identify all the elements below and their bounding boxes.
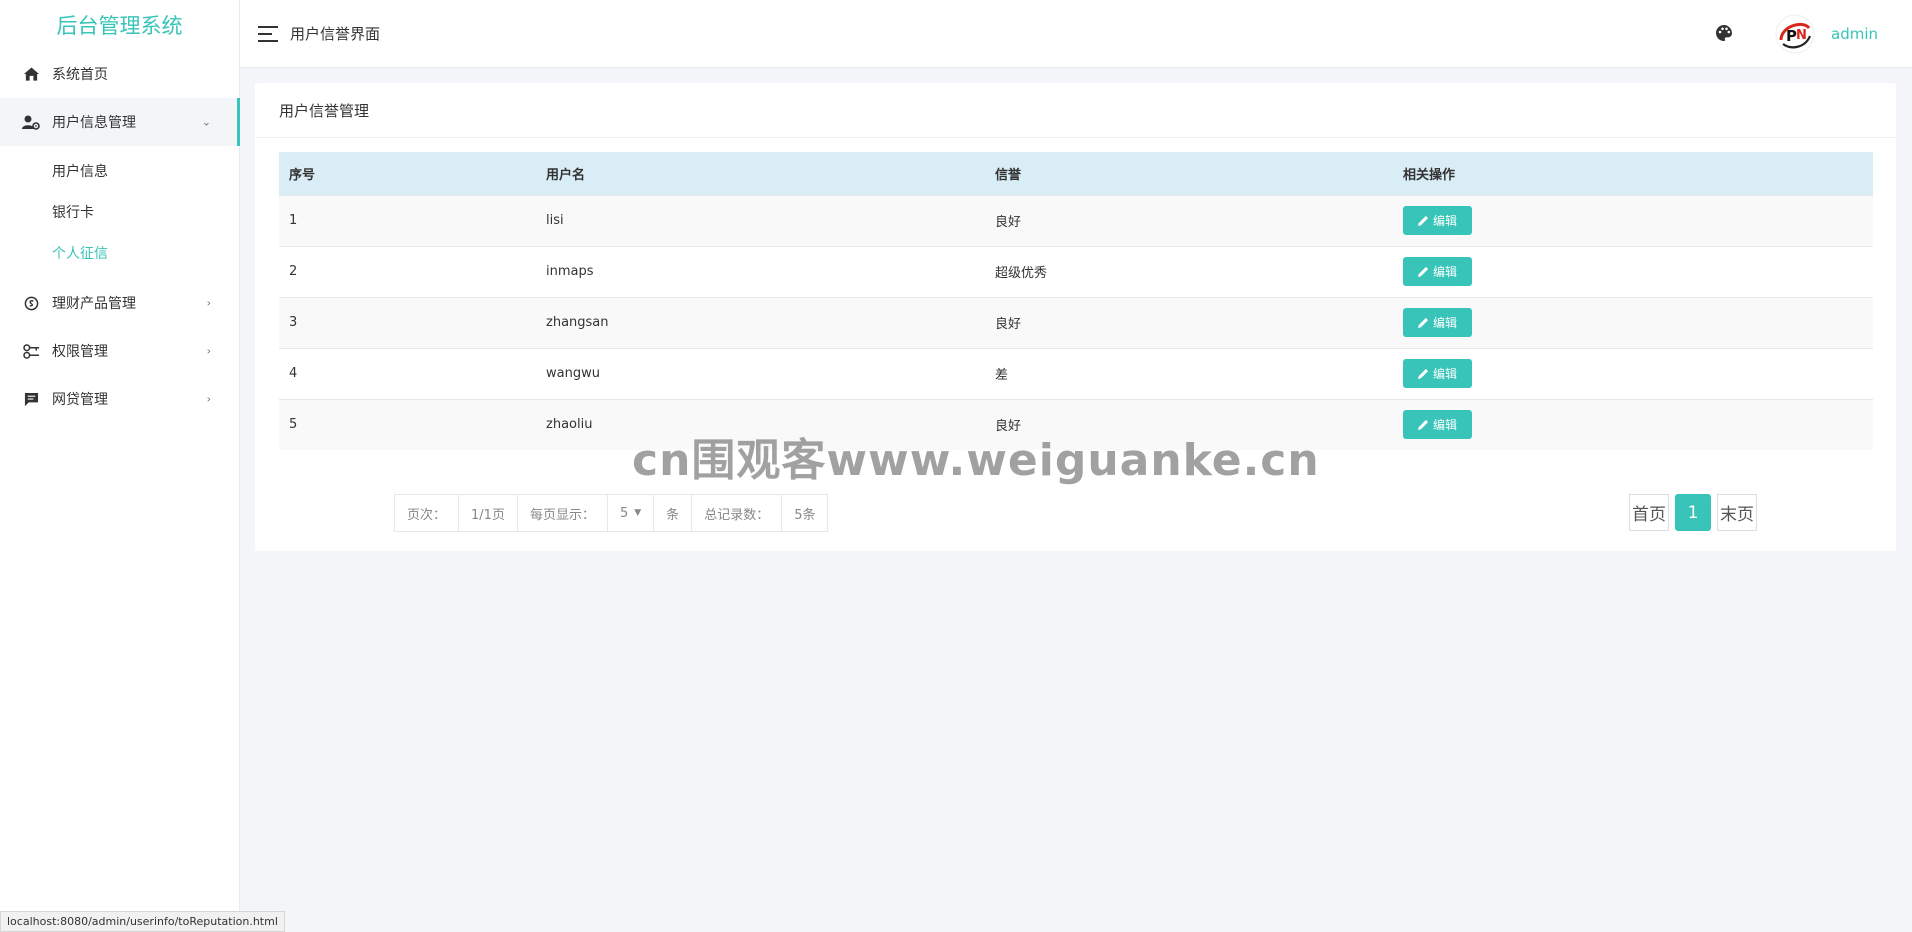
sidebar-item-home[interactable]: 系统首页 [0, 50, 239, 98]
table-row: 5 zhaoliu 良好 编辑 [279, 398, 1873, 450]
edit-button[interactable]: 编辑 [1403, 206, 1472, 235]
sidebar-item-user-info-management[interactable]: 用户信息管理 ⌄ [0, 98, 240, 146]
page-label: 页次： [395, 495, 460, 531]
sidebar-item-label: 权限管理 [52, 344, 108, 360]
page-title: 用户信誉界面 [290, 25, 381, 43]
column-header-username: 用户名 [536, 152, 985, 195]
cell-actions: 编辑 [1393, 245, 1873, 297]
pencil-icon [1417, 317, 1429, 328]
cell-reputation: 良好 [985, 398, 1393, 450]
cell-id: 3 [279, 296, 536, 348]
edit-button[interactable]: 编辑 [1403, 359, 1472, 388]
finance-icon [22, 294, 40, 312]
edit-button[interactable]: 编辑 [1403, 308, 1472, 337]
sidebar-item-online-loans[interactable]: 网贷管理 › [0, 375, 239, 423]
cell-actions: 编辑 [1393, 194, 1873, 246]
column-header-actions: 相关操作 [1393, 152, 1873, 195]
edit-button[interactable]: 编辑 [1403, 410, 1472, 440]
cell-actions: 编辑 [1393, 296, 1873, 348]
username-link[interactable]: admin [1831, 25, 1878, 43]
cell-id: 1 [279, 194, 536, 246]
pencil-icon [1417, 215, 1429, 226]
key-icon [22, 342, 40, 360]
table-row: 2 inmaps 超级优秀 编辑 [279, 245, 1873, 297]
pencil-icon [1417, 368, 1429, 379]
reputation-table: 序号 用户名 信誉 相关操作 1 lisi 良好 编辑 2 inmaps 超级优… [279, 152, 1873, 450]
cell-id: 4 [279, 347, 536, 399]
top-header: 用户信誉界面 PN admin [240, 0, 1912, 68]
edit-button-label: 编辑 [1432, 418, 1457, 433]
edit-button[interactable]: 编辑 [1403, 257, 1472, 286]
cell-username: lisi [536, 194, 985, 246]
column-header-id: 序号 [279, 152, 536, 195]
cell-reputation: 良好 [985, 194, 1393, 246]
sidebar-item-label: 用户信息管理 [52, 115, 136, 131]
per-page-unit: 条 [654, 495, 693, 531]
cell-reputation: 差 [985, 347, 1393, 399]
cell-username: zhangsan [536, 296, 985, 348]
submenu-item-bank-card[interactable]: 银行卡 [0, 191, 239, 232]
sidebar-item-permissions[interactable]: 权限管理 › [0, 327, 239, 375]
content-card: 用户信誉管理 序号 用户名 信誉 相关操作 1 lisi 良好 编辑 2 inm… [255, 83, 1896, 551]
pencil-icon [1417, 420, 1429, 431]
table-header-row: 序号 用户名 信誉 相关操作 [279, 152, 1873, 195]
chevron-right-icon: › [206, 296, 211, 310]
page-button-current[interactable]: 1 [1675, 494, 1711, 531]
cell-username: inmaps [536, 245, 985, 297]
chevron-right-icon: › [206, 344, 211, 358]
svg-text:N: N [1796, 28, 1807, 43]
sidebar-item-label: 理财产品管理 [52, 296, 136, 312]
cell-actions: 编辑 [1393, 398, 1873, 450]
edit-button-label: 编辑 [1432, 316, 1457, 330]
submenu-item-user-info[interactable]: 用户信息 [0, 150, 239, 191]
table-row: 1 lisi 良好 编辑 [279, 194, 1873, 246]
first-page-button[interactable]: 首页 [1629, 494, 1669, 531]
pencil-icon [1417, 266, 1429, 277]
chat-icon [22, 390, 40, 408]
header-right: PN admin [1715, 0, 1878, 68]
total-value: 5条 [794, 507, 816, 523]
chevron-down-icon: ⌄ [201, 115, 211, 129]
edit-button-label: 编辑 [1432, 367, 1457, 381]
submenu-item-credit-report[interactable]: 个人征信 [0, 232, 239, 273]
chevron-right-icon: › [206, 392, 211, 406]
cell-id: 2 [279, 245, 536, 297]
sidebar: 后台管理系统 系统首页 用户信息管理 ⌄ 用户信息 银行卡 个人征信 理财产品管… [0, 0, 240, 932]
cell-username: wangwu [536, 347, 985, 399]
last-page-button[interactable]: 末页 [1717, 494, 1757, 531]
per-page-value: 5 [619, 505, 629, 521]
submenu: 用户信息 银行卡 个人征信 [0, 146, 239, 279]
pager-info: 页次： 1/1页 每页显示： 5 ▼ 条 总记录数： 5条 [394, 494, 829, 532]
page-value: 1/1页 [459, 495, 518, 531]
palette-icon[interactable] [1715, 24, 1735, 44]
total-label: 总记录数： [692, 495, 783, 531]
edit-button-label: 编辑 [1432, 265, 1457, 279]
column-header-reputation: 信誉 [985, 152, 1393, 195]
user-settings-icon [22, 113, 40, 131]
menu-toggle-icon[interactable] [258, 25, 278, 42]
per-page-label: 每页显示： [518, 495, 608, 531]
table-row: 3 zhangsan 良好 编辑 [279, 296, 1873, 348]
avatar[interactable]: PN [1775, 14, 1815, 54]
caret-down-icon: ▼ [634, 508, 642, 518]
home-icon [22, 65, 40, 83]
sidebar-item-label: 网贷管理 [52, 392, 108, 408]
brand-title: 后台管理系统 [56, 14, 183, 38]
table-row: 4 wangwu 差 编辑 [279, 347, 1873, 399]
cell-reputation: 良好 [985, 296, 1393, 348]
edit-button-label: 编辑 [1432, 214, 1457, 228]
card-title: 用户信誉管理 [255, 83, 1896, 138]
cell-username: zhaoliu [536, 398, 985, 450]
status-bar-url: localhost:8080/admin/userinfo/toReputati… [0, 911, 285, 932]
sidebar-item-label: 系统首页 [52, 67, 108, 83]
pagination: 首页 1 末页 [1629, 494, 1757, 531]
cell-actions: 编辑 [1393, 347, 1873, 399]
sidebar-item-finance-products[interactable]: 理财产品管理 › [0, 279, 239, 327]
cell-id: 5 [279, 398, 536, 450]
per-page-select[interactable]: 5 ▼ [608, 495, 655, 531]
cell-reputation: 超级优秀 [985, 245, 1393, 297]
